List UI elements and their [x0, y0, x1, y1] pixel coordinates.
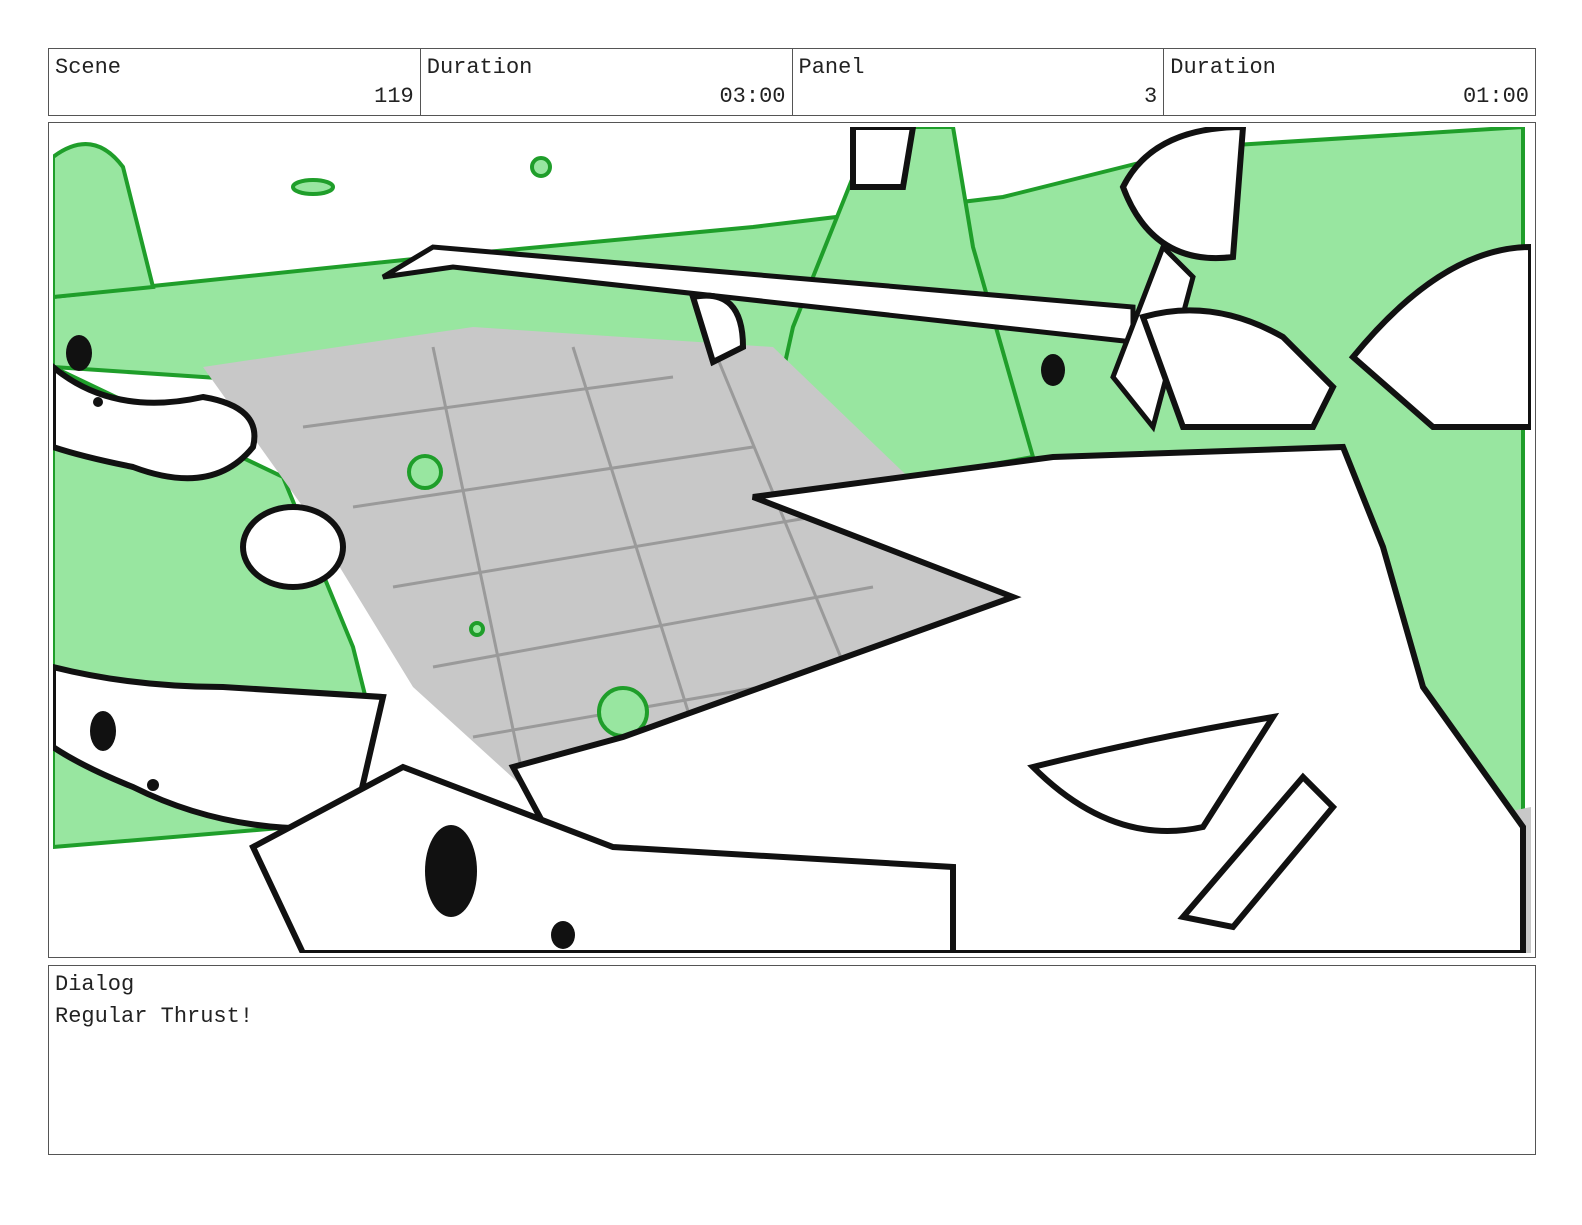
scene-duration-value: 03:00 — [719, 84, 786, 109]
storyboard-panel-frame — [48, 122, 1536, 958]
scene-number: 119 — [374, 84, 414, 109]
scene-duration-cell: Duration 03:00 — [421, 49, 793, 115]
dialog-label: Dialog — [55, 972, 135, 997]
scene-duration-label: Duration — [426, 55, 533, 80]
scene-cell: Scene 119 — [49, 49, 421, 115]
panel-cell: Panel 3 — [793, 49, 1165, 115]
dialog-box: Dialog Regular Thrust! — [48, 965, 1536, 1155]
panel-label: Panel — [798, 55, 865, 80]
dialog-text: Regular Thrust! — [55, 1004, 254, 1029]
storyboard-sketch — [53, 127, 1531, 953]
panel-duration-label: Duration — [1170, 55, 1276, 80]
panel-duration-cell: Duration 01:00 — [1164, 49, 1535, 115]
panel-info-header: Scene 119 Duration 03:00 Panel 3 Duratio… — [48, 48, 1536, 116]
panel-duration-value: 01:00 — [1462, 84, 1529, 109]
scene-label: Scene — [55, 55, 122, 80]
panel-number: 3 — [1144, 84, 1158, 109]
